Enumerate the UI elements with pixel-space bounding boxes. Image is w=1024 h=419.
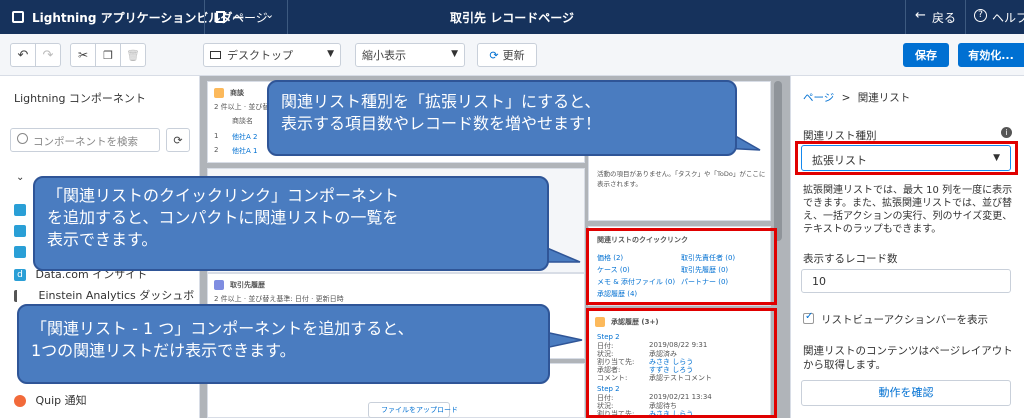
callout-line: 「関連リスト - 1 つ」コンポーネントを追加すると、 bbox=[31, 319, 414, 338]
callout-line: 1つの関連リストだけ表示できます。 bbox=[31, 341, 296, 360]
callout-line: 表示する項目数やレコード数を増やせます！ bbox=[281, 114, 602, 133]
callout-quicklinks: 「関連リストのクイックリンク」コンポーネント を追加すると、コンパクトに関連リス… bbox=[33, 176, 549, 271]
callout-line: 「関連リストのクイックリンク」コンポーネント bbox=[47, 186, 400, 205]
callout-line: を追加すると、コンパクトに関連リストの一覧を bbox=[47, 208, 399, 227]
callout-single-related-list: 「関連リスト - 1 つ」コンポーネントを追加すると、 1つの関連リストだけ表示… bbox=[17, 304, 550, 384]
callout-line: 関連リスト種別を「拡張リスト」にすると、 bbox=[281, 92, 601, 111]
callout-line: 表示できます。 bbox=[47, 230, 158, 249]
callout-enhanced-list: 関連リスト種別を「拡張リスト」にすると、 表示する項目数やレコード数を増やせます… bbox=[267, 80, 737, 156]
